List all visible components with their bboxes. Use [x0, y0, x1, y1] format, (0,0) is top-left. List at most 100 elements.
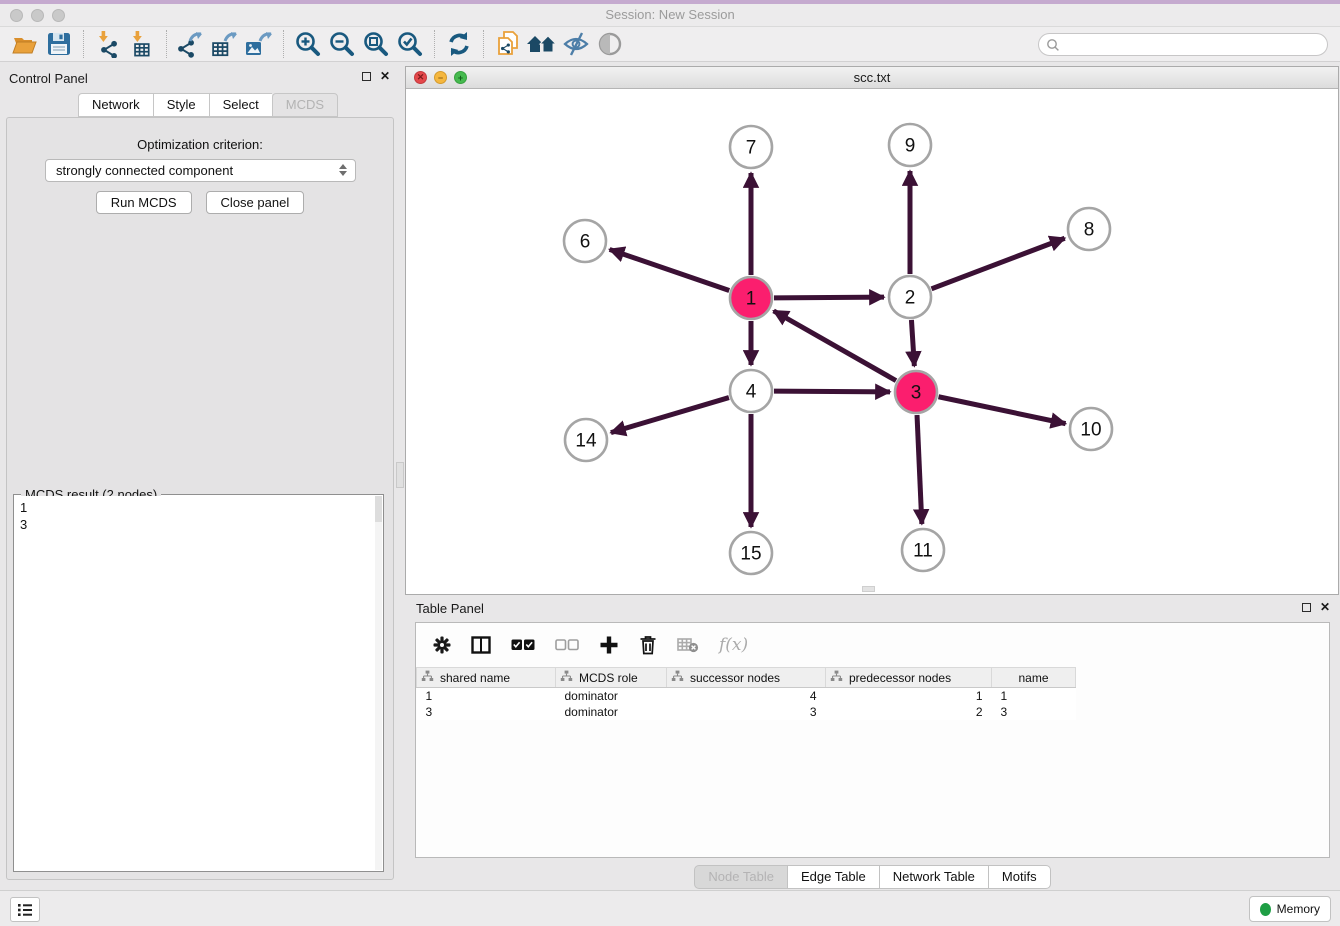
export-table-button[interactable]	[208, 29, 242, 59]
column-header-successor-nodes[interactable]: successor nodes	[667, 668, 826, 688]
edge-3-1[interactable]	[774, 311, 896, 381]
import-table-button[interactable]	[125, 29, 159, 59]
graph-node-4[interactable]: 4	[730, 370, 772, 412]
vertical-splitter-handle[interactable]	[396, 462, 404, 488]
horizontal-splitter-handle[interactable]	[862, 586, 875, 592]
first-neighbors-button[interactable]	[525, 29, 559, 59]
graph-node-2[interactable]: 2	[889, 276, 931, 318]
apply-layout-button[interactable]	[442, 29, 476, 59]
column-header-predecessor-nodes[interactable]: predecessor nodes	[826, 668, 992, 688]
search-field[interactable]	[1038, 33, 1328, 56]
zoom-out-button[interactable]	[325, 29, 359, 59]
graph-node-11[interactable]: 11	[902, 529, 944, 571]
graph-node-6[interactable]: 6	[564, 220, 606, 262]
cell-r0-name[interactable]: 1	[992, 688, 1076, 704]
tab-node-table[interactable]: Node Table	[694, 865, 788, 889]
search-input[interactable]	[1060, 36, 1327, 54]
cell-r1-successor-nodes[interactable]: 3	[667, 704, 826, 720]
tab-edge-table[interactable]: Edge Table	[788, 865, 880, 889]
houses-icon	[526, 31, 558, 57]
node-label: 6	[580, 232, 591, 253]
tab-network[interactable]: Network	[78, 93, 153, 117]
network-close-button[interactable]: ✕	[414, 71, 427, 84]
edge-1-6[interactable]	[610, 249, 730, 290]
close-panel-icon[interactable]: ✕	[380, 71, 390, 81]
close-table-panel-icon[interactable]: ✕	[1320, 602, 1330, 612]
cell-r0-MCDS-role[interactable]: dominator	[556, 688, 667, 704]
column-header-MCDS-role[interactable]: MCDS role	[556, 668, 667, 688]
cell-r0-shared-name[interactable]: 1	[417, 688, 556, 704]
result-scrollbar[interactable]	[375, 496, 382, 870]
edge-4-3[interactable]	[774, 391, 890, 392]
hide-selected-button[interactable]	[559, 29, 593, 59]
tab-network-table[interactable]: Network Table	[880, 865, 989, 889]
show-all-button[interactable]	[593, 29, 627, 59]
mcds-result-box: MCDS result (2 nodes) 1 3	[13, 494, 384, 872]
export-network-button[interactable]	[174, 29, 208, 59]
import-network-button[interactable]	[91, 29, 125, 59]
table-toolbar: f(x)	[416, 623, 1329, 667]
network-canvas[interactable]: 7 9 6 8 1 2 4 3 14 10 15 11	[406, 89, 1338, 594]
table-settings-button[interactable]	[433, 636, 451, 654]
edge-3-11[interactable]	[917, 415, 922, 524]
tab-motifs[interactable]: Motifs	[989, 865, 1051, 889]
column-header-name[interactable]: name	[992, 668, 1076, 688]
task-history-button[interactable]	[10, 897, 40, 922]
fx-icon: f(x)	[719, 635, 748, 655]
cell-r0-successor-nodes[interactable]: 4	[667, 688, 826, 704]
deselect-all-rows-button[interactable]	[555, 639, 579, 651]
cell-r0-predecessor-nodes[interactable]: 1	[826, 688, 992, 704]
edge-1-2[interactable]	[774, 297, 884, 298]
cell-r1-MCDS-role[interactable]: dominator	[556, 704, 667, 720]
graph-node-1[interactable]: 1	[730, 277, 772, 319]
tab-style[interactable]: Style	[153, 93, 209, 117]
zoom-selected-button[interactable]	[393, 29, 427, 59]
network-minimize-button[interactable]: −	[434, 71, 447, 84]
node-label: 15	[740, 544, 761, 565]
graph-node-3[interactable]: 3	[895, 371, 937, 413]
graph-node-9[interactable]: 9	[889, 124, 931, 166]
maximize-window-button[interactable]	[52, 9, 65, 22]
graph-node-7[interactable]: 7	[730, 126, 772, 168]
network-window-titlebar[interactable]: ✕ − + scc.txt	[406, 67, 1338, 89]
export-image-button[interactable]	[242, 29, 276, 59]
add-column-button[interactable]	[599, 635, 619, 655]
cell-r1-name[interactable]: 3	[992, 704, 1076, 720]
zoom-in-icon	[294, 30, 322, 58]
window-title: Session: New Session	[0, 4, 1340, 26]
graph-node-8[interactable]: 8	[1068, 208, 1110, 250]
network-maximize-button[interactable]: +	[454, 71, 467, 84]
column-header-shared-name[interactable]: shared name	[417, 668, 556, 688]
edge-4-14[interactable]	[611, 398, 729, 433]
tab-mcds[interactable]: MCDS	[272, 93, 338, 117]
cell-r1-predecessor-nodes[interactable]: 2	[826, 704, 992, 720]
close-window-button[interactable]	[10, 9, 23, 22]
close-panel-button[interactable]: Close panel	[206, 191, 305, 214]
optimization-criterion-select[interactable]: strongly connected component	[45, 159, 356, 182]
edge-3-10[interactable]	[939, 397, 1066, 424]
zoom-fit-button[interactable]	[359, 29, 393, 59]
graph-node-10[interactable]: 10	[1070, 408, 1112, 450]
tab-select[interactable]: Select	[209, 93, 272, 117]
memory-button[interactable]: Memory	[1249, 896, 1331, 922]
mcds-result-text[interactable]: 1 3	[15, 496, 375, 870]
graph-node-15[interactable]: 15	[730, 532, 772, 574]
zoom-in-button[interactable]	[291, 29, 325, 59]
select-all-rows-button[interactable]	[511, 639, 535, 651]
edge-2-8[interactable]	[932, 238, 1065, 289]
memory-label: Memory	[1277, 902, 1320, 916]
float-table-panel-icon[interactable]	[1302, 603, 1311, 612]
cell-r1-shared-name[interactable]: 3	[417, 704, 556, 720]
run-mcds-button[interactable]: Run MCDS	[96, 191, 192, 214]
table-row: 1dominator411	[417, 688, 1076, 704]
save-session-button[interactable]	[42, 29, 76, 59]
open-session-button[interactable]	[8, 29, 42, 59]
minimize-window-button[interactable]	[31, 9, 44, 22]
clone-network-button[interactable]	[491, 29, 525, 59]
float-panel-icon[interactable]	[362, 72, 371, 81]
delete-column-button[interactable]	[639, 635, 657, 655]
edge-2-3[interactable]	[911, 320, 914, 366]
toggle-columns-button[interactable]	[471, 636, 491, 654]
graph-node-14[interactable]: 14	[565, 419, 607, 461]
network-window-title: scc.txt	[406, 67, 1338, 88]
